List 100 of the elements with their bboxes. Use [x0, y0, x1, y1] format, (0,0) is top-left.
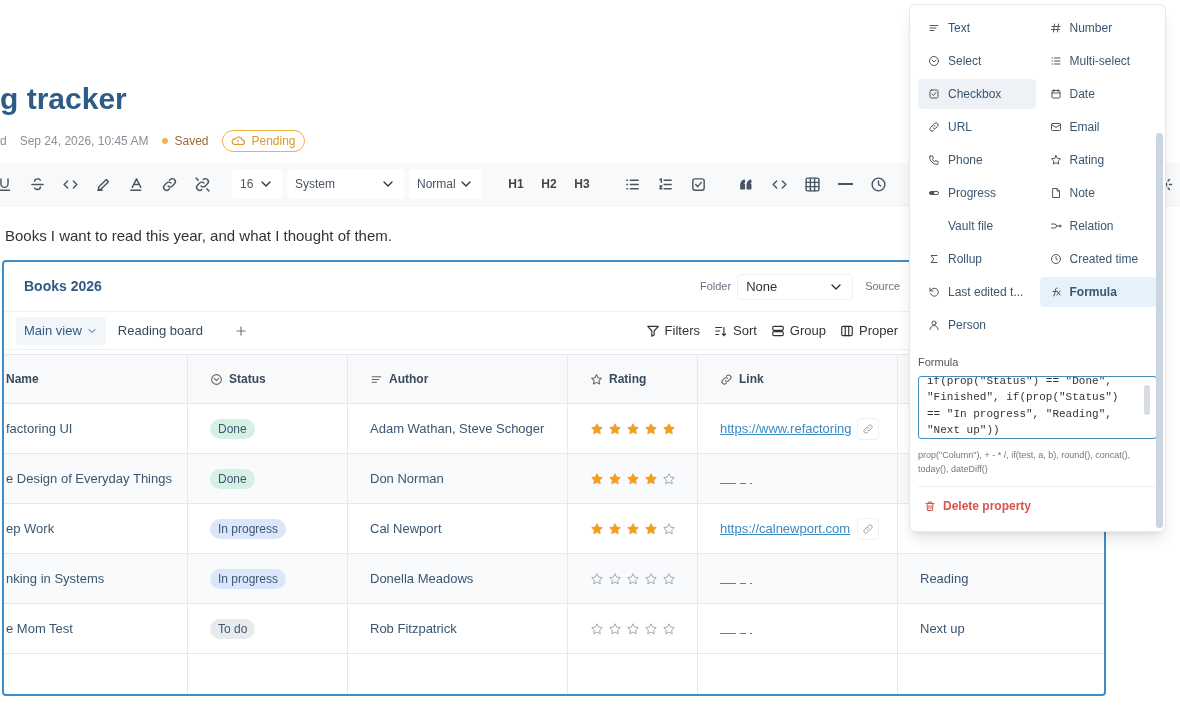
table-cell-text: e Mom Test — [6, 619, 73, 638]
plus-icon — [234, 323, 249, 338]
status-tag: Done — [210, 418, 255, 439]
star-icon — [626, 471, 640, 486]
folder-label: Folder — [699, 279, 732, 295]
star-icon — [644, 521, 658, 536]
group-icon — [770, 323, 785, 338]
star-icon — [626, 571, 640, 586]
star-icon — [626, 621, 640, 636]
star-icon — [662, 471, 676, 486]
star-icon — [662, 521, 676, 536]
column-header: Name — [6, 371, 39, 388]
star-icon — [644, 421, 658, 436]
meta-label: d — [0, 133, 7, 150]
status-tag: To do — [210, 618, 256, 639]
link-icon — [862, 522, 875, 535]
table-cell-text: ep Work — [6, 519, 55, 538]
paragraph-style-select[interactable]: Normal — [409, 169, 482, 199]
table-cell-text: nking in Systems — [6, 569, 105, 588]
empty-link-placeholder — [720, 633, 752, 634]
status-tag: Done — [210, 468, 255, 489]
link-icon — [720, 372, 733, 386]
toolbar-action[interactable]: Group — [770, 320, 826, 341]
link-icon — [928, 121, 940, 133]
trash-icon — [924, 499, 936, 512]
circle-chevron-icon — [928, 55, 940, 67]
status-tag: In progress — [210, 568, 287, 589]
star-icon — [590, 621, 604, 636]
columns-icon — [839, 323, 854, 338]
view-tab[interactable]: Main view — [16, 316, 106, 345]
star-icon — [590, 521, 604, 536]
table-cell-text: Next up — [920, 619, 965, 638]
formula-hint: prop("Column"), + - * /, if(test, a, b), round(), concat(), today(), dateDiff() — [917, 448, 1132, 476]
star-icon — [608, 471, 622, 486]
url-link[interactable]: https://calnewport.com — [720, 518, 852, 539]
star-icon — [626, 421, 640, 436]
view-tab[interactable]: Reading board — [109, 316, 212, 345]
url-link[interactable]: https://www.refactoring — [720, 418, 852, 439]
hash-icon — [1049, 22, 1062, 34]
sigma-icon — [928, 253, 940, 265]
star-icon — [1049, 154, 1062, 166]
column-header: Status — [229, 371, 266, 388]
link-icon — [862, 422, 875, 435]
empty-link-placeholder — [720, 583, 752, 584]
toolbar-action[interactable]: Filters — [645, 320, 700, 341]
strikethrough-icon — [28, 175, 46, 193]
property-type-option[interactable]: Checkbox — [918, 79, 1036, 109]
star-rating[interactable] — [590, 621, 676, 636]
list-icon — [1049, 55, 1062, 67]
clock-icon — [1049, 253, 1062, 265]
property-type-option[interactable]: Formula — [1039, 277, 1157, 307]
table-cell-text: Adam Wathan, Steve Schoger — [370, 419, 545, 438]
star-rating[interactable] — [590, 521, 676, 536]
timestamp: Sep 24, 2026, 10:45 AM — [19, 133, 149, 150]
formula-label: Formula — [917, 355, 960, 370]
heading-button[interactable]: H2 — [533, 168, 565, 200]
text-icon — [928, 22, 940, 34]
star-icon — [590, 372, 603, 386]
star-icon — [662, 621, 676, 636]
folder-select[interactable]: None — [737, 273, 854, 300]
source-label: Source — [865, 279, 900, 295]
table-icon — [803, 175, 821, 193]
envelope-icon — [1049, 121, 1062, 133]
checkbox-icon — [689, 175, 707, 193]
star-icon — [644, 471, 658, 486]
star-icon — [608, 571, 622, 586]
status-tag: In progress — [210, 518, 287, 539]
toolbar-action[interactable]: Proper — [839, 320, 898, 341]
star-icon — [590, 571, 604, 586]
table-cell-text: e Design of Everyday Things — [6, 469, 172, 488]
star-rating[interactable] — [590, 421, 676, 436]
font-select[interactable]: System — [287, 169, 404, 199]
cloud-warning-icon — [231, 134, 246, 148]
star-icon — [644, 621, 658, 636]
star-rating[interactable] — [590, 571, 676, 586]
delete-property-button[interactable]: Delete property — [924, 496, 1032, 515]
star-rating[interactable] — [590, 471, 676, 486]
page-title: g tracker — [0, 81, 127, 117]
table-cell-text: Cal Newport — [370, 519, 442, 538]
function-icon — [1049, 286, 1062, 298]
table-cell-text: factoring UI — [6, 419, 73, 438]
calendar-icon — [1049, 88, 1062, 100]
star-icon — [662, 421, 676, 436]
column-header: Link — [739, 371, 764, 388]
table-cell-text: Donella Meadows — [370, 569, 474, 588]
document-icon — [1049, 187, 1062, 199]
font-size-select[interactable]: 16 — [232, 169, 282, 199]
star-icon — [608, 621, 622, 636]
filter-icon — [645, 323, 660, 338]
horizontal-rule-icon — [837, 183, 853, 185]
star-icon — [626, 521, 640, 536]
heading-button[interactable]: H3 — [566, 168, 598, 200]
person-icon — [928, 319, 940, 331]
star-icon — [644, 571, 658, 586]
heading-button[interactable]: H1 — [500, 168, 532, 200]
table-cell-text: Rob Fitzpatrick — [370, 619, 457, 638]
history-icon — [928, 286, 940, 298]
toolbar-action[interactable]: Sort — [714, 320, 757, 341]
checkbox-icon — [928, 88, 940, 100]
page-description: Books I want to read this year, and what I thought of them. — [5, 226, 392, 246]
